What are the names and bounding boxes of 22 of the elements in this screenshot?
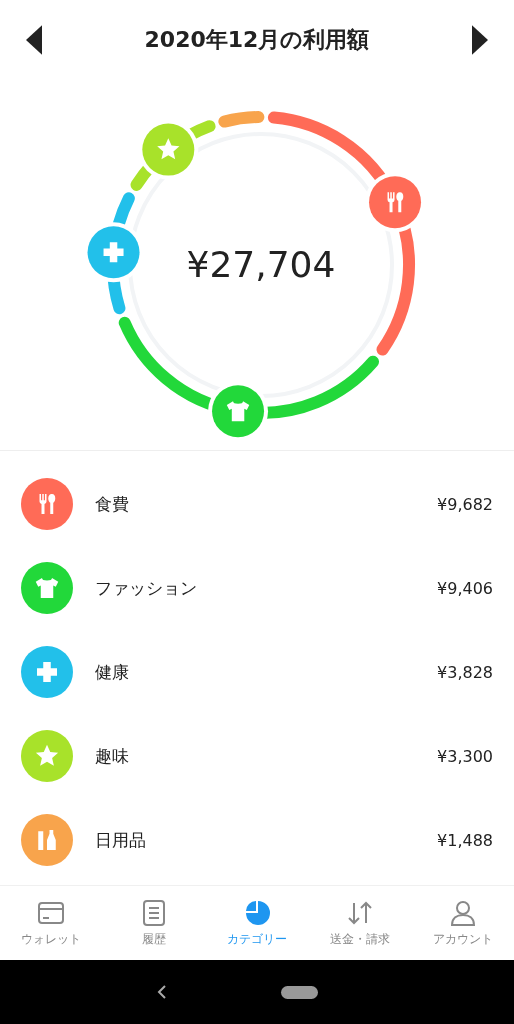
category-name: 日用品 bbox=[95, 828, 147, 852]
donut-fork-spoon-icon bbox=[369, 176, 422, 229]
category-amount: ¥1,488 bbox=[437, 830, 493, 850]
donut-shirt-icon bbox=[212, 385, 265, 438]
category-amount: ¥9,682 bbox=[437, 494, 493, 514]
next-month-button[interactable] bbox=[472, 25, 488, 55]
category-amount: ¥3,300 bbox=[437, 746, 493, 766]
previous-month-button[interactable] bbox=[26, 25, 42, 55]
donut-segment bbox=[218, 111, 265, 128]
back-icon[interactable] bbox=[156, 985, 167, 999]
donut-plus-icon bbox=[87, 226, 140, 279]
pie-chart-icon bbox=[243, 898, 271, 927]
month-title: 2020年12月の利用額 bbox=[144, 26, 370, 54]
category-name: 食費 bbox=[95, 492, 130, 516]
category-name: 趣味 bbox=[95, 744, 130, 768]
category-name: ファッション bbox=[95, 576, 198, 600]
category-amount: ¥3,828 bbox=[437, 662, 493, 682]
category-amount: ¥9,406 bbox=[437, 578, 493, 598]
home-handle[interactable] bbox=[280, 985, 318, 999]
person-icon bbox=[448, 898, 477, 927]
total-amount: ¥27,704 bbox=[185, 243, 337, 287]
category-name: 健康 bbox=[95, 660, 130, 684]
